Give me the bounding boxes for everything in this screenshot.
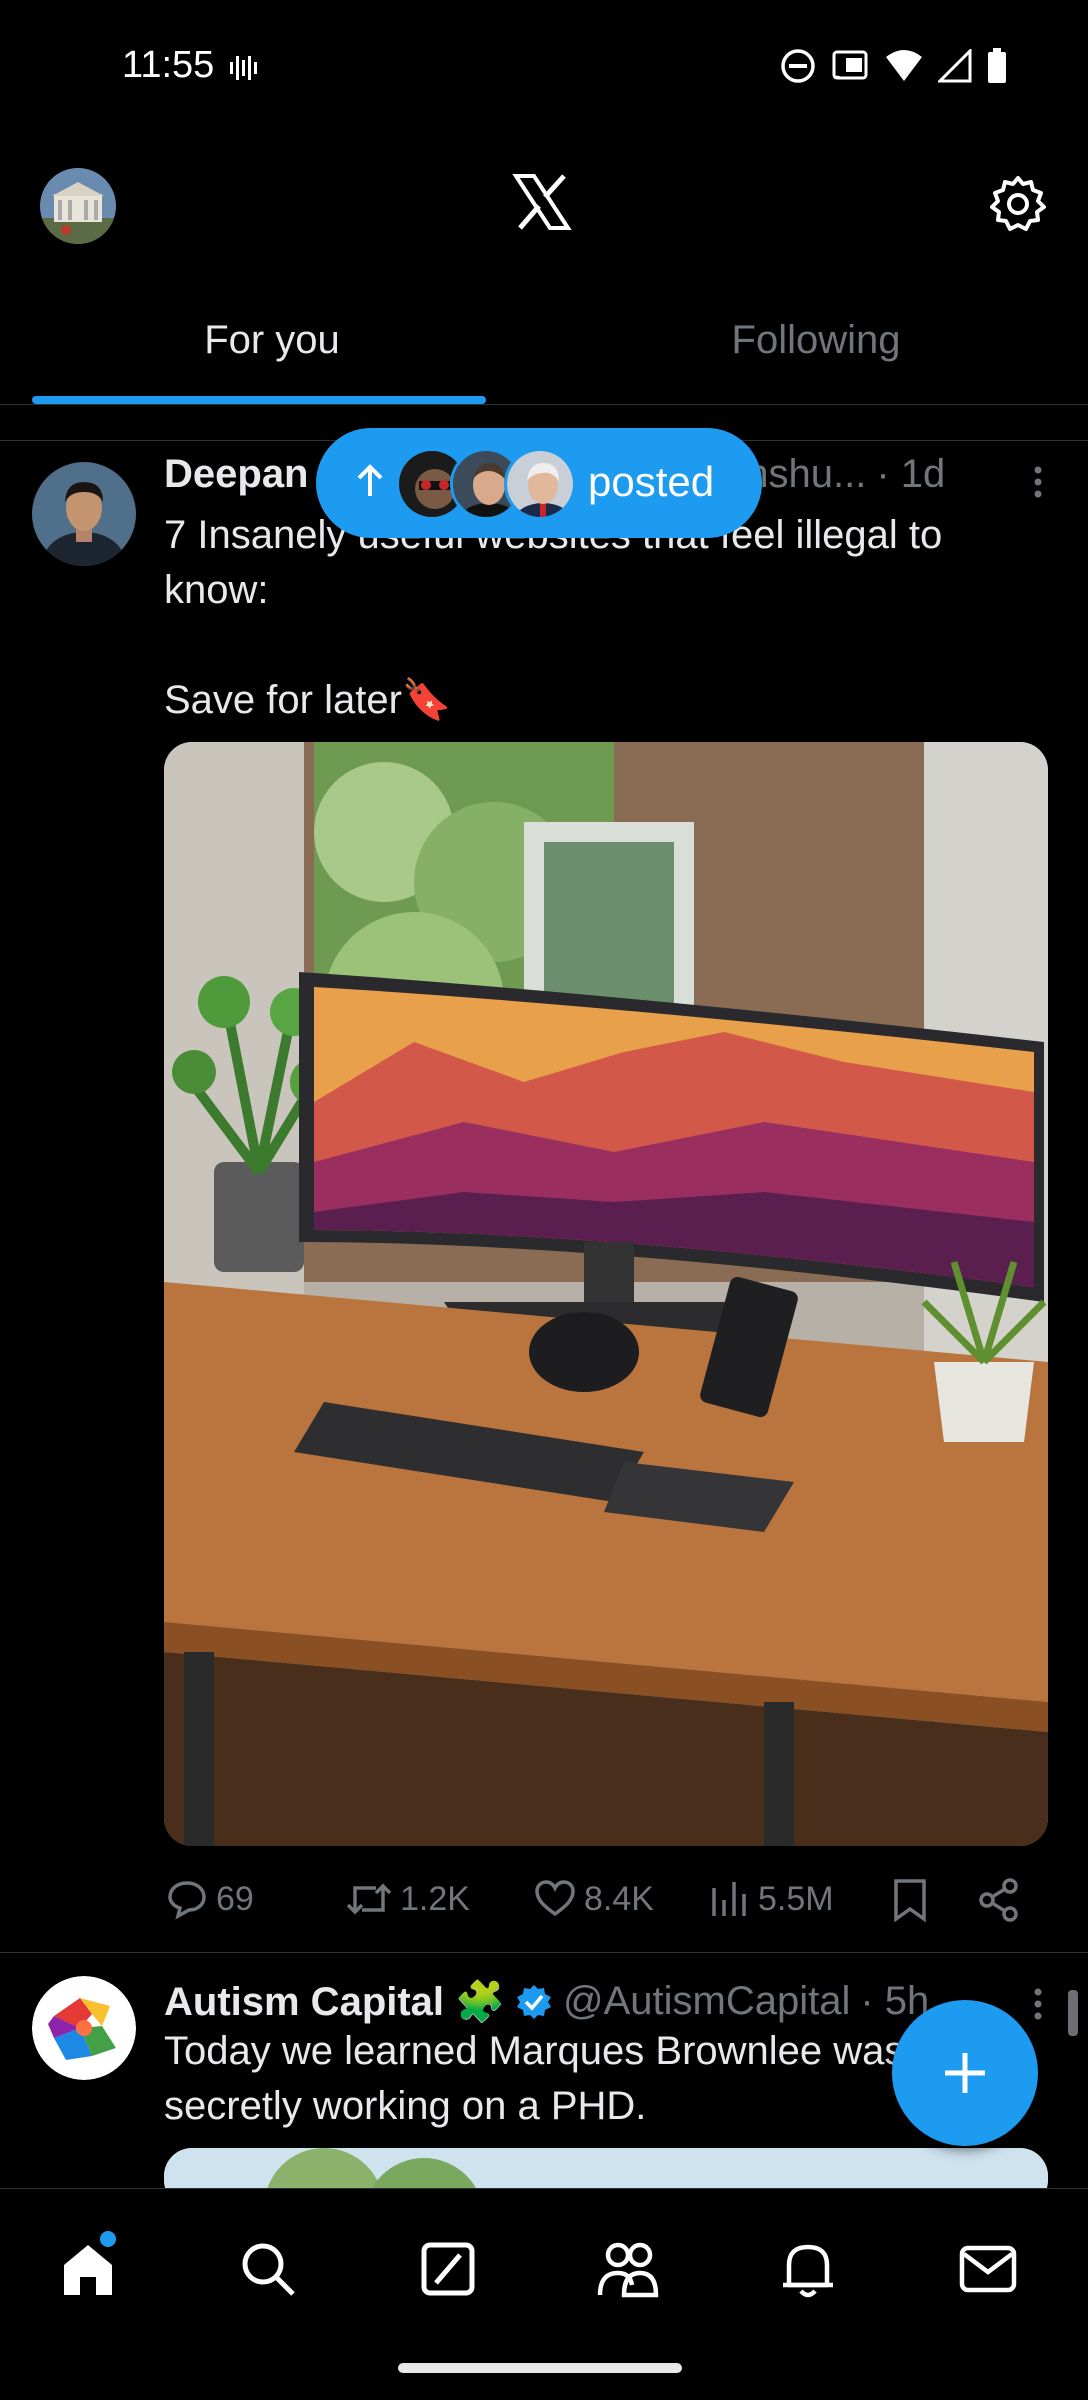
reply-count: 69 [216,1879,254,1918]
status-bar: 11:55 [0,0,1088,130]
heart-icon [535,1880,575,1917]
home-unread-dot [100,2231,116,2247]
messages-envelope-icon [959,2245,1017,2293]
tab-following-label: Following [731,318,901,362]
views-count: 5.5M [758,1879,834,1918]
nav-communities[interactable] [588,2229,668,2309]
do-not-disturb-icon [781,49,815,83]
x-logo-icon[interactable] [512,172,572,232]
tab-for-you-label: For you [204,318,340,362]
battery-icon [988,48,1006,83]
tweet-author-avatar[interactable] [32,462,136,566]
tweet-media-image[interactable] [164,742,1048,1846]
grok-icon [421,2242,475,2296]
repost-button[interactable]: 1.2K [346,1878,470,1920]
gesture-home-indicator[interactable] [398,2363,682,2373]
more-options-icon[interactable] [1028,1984,1048,2024]
more-options-icon[interactable] [1028,462,1048,502]
reply-button[interactable]: 69 [166,1878,254,1920]
bookmark-icon[interactable] [892,1878,928,1922]
signal-icon [938,49,972,83]
settings-gear-icon[interactable] [988,174,1048,234]
status-icons [780,48,1008,84]
tweet-header: Deepan [164,452,309,497]
tweet-timestamp: · 1d [876,452,946,496]
search-icon [242,2243,295,2296]
reply-icon [168,1881,206,1920]
tweet-author-name[interactable]: Deepan [164,452,309,497]
scrollbar-thumb[interactable] [1068,1990,1078,2036]
tweet-author-name[interactable]: Autism Capital 🧩 [164,1978,505,2025]
tweet-author-avatar[interactable] [32,1976,136,2080]
poster-avatar [504,448,576,520]
tweet-text: 7 Insanely useful websites that feel ill… [164,513,943,722]
wifi-icon [886,50,922,81]
nav-notifications[interactable] [768,2229,848,2309]
communities-icon [597,2242,659,2298]
verified-badge-icon [516,1984,551,2019]
arrow-up-icon [357,464,383,496]
new-posts-pill[interactable]: posted [316,428,762,538]
timeline-tabs: For you Following [0,300,1088,405]
tweet-header: Autism Capital 🧩 @AutismCapital · 5h [164,1978,929,2025]
nav-messages[interactable] [948,2229,1028,2309]
tab-active-indicator [32,396,486,404]
tab-following[interactable]: Following [544,300,1088,404]
notifications-bell-icon [783,2244,833,2298]
new-posts-label: posted [588,458,715,505]
views-button[interactable]: 5.5M [710,1878,834,1920]
tweet-divider [0,1952,1088,1953]
tweet-author-handle[interactable]: @AutismCapital [563,1979,850,2024]
vibrate-icon [230,56,257,80]
tweet-actions: 69 1.2K 8.4K 5.5M [164,1870,1044,1930]
home-icon [64,2245,112,2295]
repost-icon [346,1883,392,1915]
like-button[interactable]: 8.4K [534,1878,654,1920]
views-chart-icon [712,1882,746,1916]
plus-icon [945,2053,985,2093]
app-header [0,160,1088,270]
status-time: 11:55 [122,44,215,86]
share-icon[interactable] [978,1878,1020,1922]
nav-home[interactable] [48,2229,128,2309]
profile-avatar[interactable] [40,168,116,244]
nav-grok[interactable] [408,2229,488,2309]
tab-for-you[interactable]: For you [0,300,544,404]
compose-post-button[interactable] [892,2000,1038,2146]
cast-icon [832,50,868,80]
nav-search[interactable] [228,2229,308,2309]
like-count: 8.4K [584,1879,654,1918]
repost-count: 1.2K [400,1879,470,1918]
